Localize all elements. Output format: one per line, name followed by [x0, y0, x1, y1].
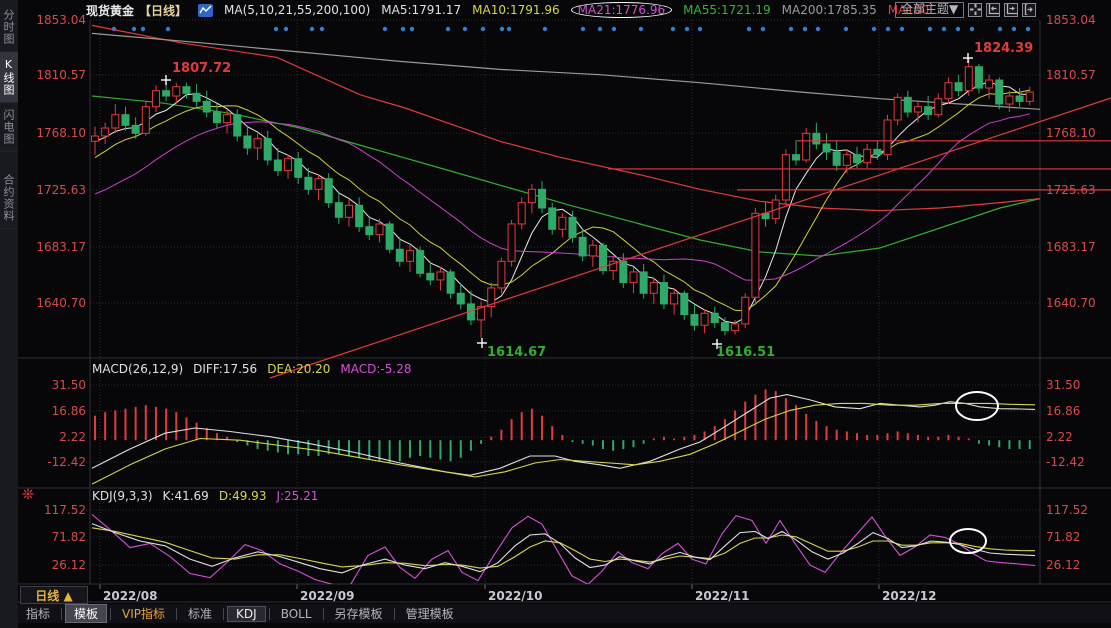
macd-dea-value: DEA:20.20 — [267, 362, 330, 376]
svg-text:71.82: 71.82 — [1046, 530, 1080, 544]
kdj-params: KDJ(9,3,3) — [92, 489, 153, 503]
tab-vip-indicator[interactable]: VIP指标 — [114, 604, 173, 623]
sidebar-item-contract-info[interactable]: 合约资料 — [0, 168, 18, 229]
svg-text:1768.10: 1768.10 — [1046, 126, 1096, 140]
svg-text:1725.63: 1725.63 — [36, 183, 86, 197]
svg-text:1614.67: 1614.67 — [487, 345, 546, 360]
svg-text:1853.04: 1853.04 — [36, 13, 86, 27]
tab-template[interactable]: 模板 — [65, 604, 107, 623]
svg-text:1810.57: 1810.57 — [1046, 68, 1096, 82]
svg-text:1640.70: 1640.70 — [1046, 296, 1096, 310]
toolbar-divider — [176, 608, 177, 620]
svg-text:1683.17: 1683.17 — [36, 240, 86, 254]
svg-text:31.50: 31.50 — [1046, 378, 1080, 392]
toolbar-divider — [223, 608, 224, 620]
ma21-value-circled: MA21:1776.96 — [571, 2, 673, 18]
tab-kdj[interactable]: KDJ — [227, 606, 266, 622]
sidebar-item-timeline[interactable]: 分时图 — [0, 3, 18, 52]
expand-axis-icon[interactable] — [1004, 3, 1018, 17]
svg-text:1807.72: 1807.72 — [172, 61, 231, 76]
svg-text:1725.63: 1725.63 — [1046, 183, 1096, 197]
tab-indicator[interactable]: 指标 — [18, 604, 58, 623]
svg-text:117.52: 117.52 — [1046, 503, 1088, 517]
chart-canvas[interactable]: 1807.72 1824.39 1614.67 1616.51 1853.04 1853.… — [0, 0, 1111, 628]
ma200-value: MA200:1785.35 — [782, 3, 877, 17]
svg-text:1853.04: 1853.04 — [1046, 13, 1096, 27]
crosshair-icon[interactable] — [968, 3, 982, 17]
kdj-d-value: D:49.93 — [219, 489, 267, 503]
svg-text:1683.17: 1683.17 — [1046, 240, 1096, 254]
svg-text:16.86: 16.86 — [1046, 404, 1080, 418]
svg-text:2022/11: 2022/11 — [695, 589, 749, 603]
svg-text:117.52: 117.52 — [44, 503, 86, 517]
page-title: 现货黄金 — [86, 2, 134, 19]
period-selector[interactable]: 日线 ▲ — [20, 586, 88, 604]
sidebar: 分时图 K线图 闪电图 合约资料 — [0, 0, 18, 628]
bottom-toolbar: 指标 模板 VIP指标 标准 KDJ BOLL 另存模板 管理模板 — [18, 604, 1111, 623]
svg-text:2022/08: 2022/08 — [103, 589, 157, 603]
ma10-value: MA10:1791.96 — [472, 3, 560, 17]
svg-text:1824.39: 1824.39 — [974, 41, 1033, 56]
svg-text:1810.57: 1810.57 — [36, 68, 86, 82]
ma-params-label: MA(5,10,21,55,200,100) — [224, 3, 370, 17]
svg-text:26.12: 26.12 — [1046, 558, 1080, 572]
kdj-j-value: J:25.21 — [276, 489, 318, 503]
macd-header: MACD(26,12,9) DIFF:17.56 DEA:20.20 MACD:… — [92, 362, 411, 376]
chart-icon — [198, 4, 213, 17]
tab-boll[interactable]: BOLL — [273, 606, 320, 622]
svg-text:2022/09: 2022/09 — [300, 589, 354, 603]
pan-right-icon[interactable] — [1022, 3, 1036, 17]
period-tag: 【日线】 — [139, 2, 187, 19]
svg-text:2.22: 2.22 — [1046, 430, 1073, 444]
compress-axis-icon[interactable] — [986, 3, 1000, 17]
svg-text:2022/12: 2022/12 — [882, 589, 936, 603]
svg-text:16.86: 16.86 — [52, 404, 86, 418]
sidebar-item-kline[interactable]: K线图 — [0, 52, 18, 103]
svg-text:-12.42: -12.42 — [47, 455, 86, 469]
svg-text:26.12: 26.12 — [52, 558, 86, 572]
svg-text:2022/10: 2022/10 — [488, 589, 542, 603]
toolbar-divider — [394, 608, 395, 620]
sidebar-item-flash[interactable]: 闪电图 — [0, 103, 18, 152]
tab-save-template[interactable]: 另存模板 — [327, 604, 391, 623]
top-controls: 全部主题▼ — [895, 1, 1036, 18]
svg-text:1616.51: 1616.51 — [716, 345, 775, 360]
chart-header: 现货黄金 【日线】 MA(5,10,21,55,200,100) MA5:179… — [86, 0, 929, 20]
macd-value: MACD:-5.28 — [340, 362, 411, 376]
svg-text:1768.10: 1768.10 — [36, 126, 86, 140]
svg-text:71.82: 71.82 — [52, 530, 86, 544]
toolbar-divider — [323, 608, 324, 620]
ma5-value: MA5:1791.17 — [381, 3, 461, 17]
macd-diff-value: DIFF:17.56 — [193, 362, 257, 376]
macd-params: MACD(26,12,9) — [92, 362, 183, 376]
ma55-value: MA55:1721.19 — [683, 3, 771, 17]
toolbar-divider — [110, 608, 111, 620]
svg-text:-12.42: -12.42 — [1046, 455, 1085, 469]
kdj-k-value: K:41.69 — [163, 489, 209, 503]
toolbar-divider — [269, 608, 270, 620]
svg-text:2.22: 2.22 — [59, 430, 86, 444]
trading-terminal: 分时图 K线图 闪电图 合约资料 现货黄金 【日线】 MA(5,10,21,55… — [0, 0, 1111, 628]
toolbar-divider — [61, 608, 62, 620]
tab-standard[interactable]: 标准 — [180, 604, 220, 623]
svg-text:1640.70: 1640.70 — [36, 296, 86, 310]
theme-dropdown[interactable]: 全部主题▼ — [895, 2, 964, 18]
tab-manage-template[interactable]: 管理模板 — [398, 604, 462, 623]
svg-text:31.50: 31.50 — [52, 378, 86, 392]
kdj-header: KDJ(9,3,3) K:41.69 D:49.93 J:25.21 — [92, 489, 318, 503]
